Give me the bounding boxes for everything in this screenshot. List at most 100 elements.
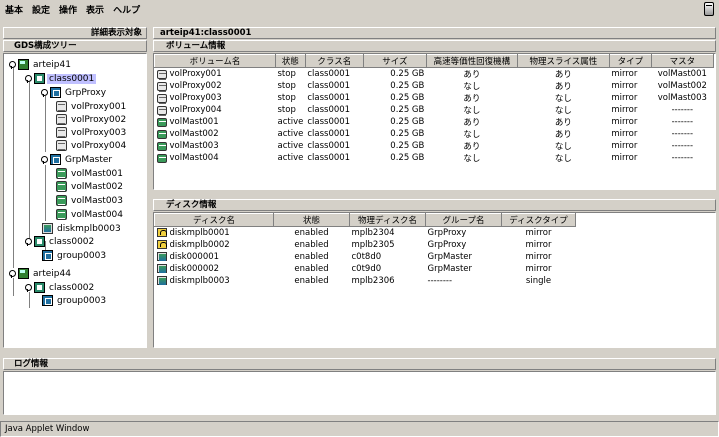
tree-node-class0002[interactable]: class0002 [24,235,96,248]
gds-config-tree[interactable]: arteip41 class0001 GrpProxy volProxy001 … [3,53,147,348]
volume-icon [56,195,67,206]
disk-type-cell: mirror [525,239,552,250]
col-master[interactable]: マスタ [650,54,714,68]
col-slice-attr[interactable]: 物理スライス属性 [516,54,610,68]
tree-node-arteip41[interactable]: arteip41 [8,58,73,71]
disk-row[interactable]: diskmplb0002 enabled mplb2305 GrpProxy mirro… [155,239,576,251]
tree-node-volproxy002[interactable]: volProxy002 [56,113,128,126]
disk-row[interactable]: diskmplb0001 enabled mplb2304 GrpProxy mirro… [155,227,576,239]
disk-physical-cell: mplb2304 [351,227,395,238]
volume-slice-attr-cell: なし [554,106,572,116]
disk-name-text: disk000002 [169,263,220,274]
log-area[interactable] [3,371,716,415]
volume-row[interactable]: volMast004 active class0001 0.25 GB なし なし mirr… [155,152,714,164]
volume-row[interactable]: volMast002 active class0001 0.25 GB なし あり mirr… [155,128,714,140]
tree-node-volmast001[interactable]: volMast001 [56,167,125,180]
col-disk-name[interactable]: ディスク名 [154,213,274,227]
tree-node-class0001[interactable]: class0001 [24,72,97,85]
disk-table[interactable]: ディスク名 状態 物理ディスク名 グループ名 ディスクタイプ diskmplb0… [153,212,716,348]
group-icon [42,295,53,306]
disk-name-text: diskmplb0003 [169,275,230,286]
host-icon [18,268,29,279]
vertical-splitter[interactable] [148,27,152,349]
volume-icon [156,81,167,92]
volume-row[interactable]: volProxy003 stop class0001 0.25 GB あり なし mirro… [155,92,714,104]
expand-pin-icon[interactable] [24,283,32,292]
volume-type-cell: mirror [611,105,638,115]
disk-lock-icon [156,240,167,249]
menu-help[interactable]: ヘルプ [113,3,140,16]
volume-state-cell: active [277,141,304,151]
col-disk-type[interactable]: ディスクタイプ [501,213,576,227]
tree-node-arteip44[interactable]: arteip44 [8,267,73,280]
disk-row[interactable]: diskmplb0003 enabled mplb2306 -------- singl… [155,275,576,287]
volume-master-cell: volMast003 [657,93,707,103]
col-fast-recovery[interactable]: 高速等価性回復機構 [425,54,518,68]
menu-view[interactable]: 表示 [86,3,104,16]
col-class-name[interactable]: クラス名 [304,54,364,68]
tree-node-volmast004[interactable]: volMast004 [56,208,125,221]
tree-node-volproxy003[interactable]: volProxy003 [56,126,128,139]
disk-state-cell: enabled [294,275,329,286]
col-group-name[interactable]: グループ名 [425,213,502,227]
col-physical-disk[interactable]: 物理ディスク名 [349,213,426,227]
volume-table[interactable]: ボリューム名 状態 クラス名 サイズ 高速等価性回復機構 物理スライス属性 タイ… [153,53,716,190]
volume-name-text: volMast004 [169,153,219,163]
detail-target-button[interactable]: 詳細表示対象 [3,27,147,39]
disk-row[interactable]: disk000001 enabled c0t8d0 GrpMaster mirror [155,251,576,263]
volume-state-cell: stop [277,93,296,103]
group-icon [50,87,61,98]
volume-row[interactable]: volProxy004 stop class0001 0.25 GB なし なし mirro… [155,104,714,116]
volume-fast-recovery-cell: あり [463,94,481,104]
volume-class-cell: class0001 [307,129,351,139]
tree-node-group0003[interactable]: group0003 [42,249,108,262]
trash-icon[interactable] [704,2,714,16]
disk-physical-cell: c0t8d0 [351,251,382,262]
volume-row[interactable]: volMast003 active class0001 0.25 GB あり なし mirr… [155,140,714,152]
tree-node-diskmplb0003[interactable]: diskmplb0003 [42,222,123,235]
tree-node-class0002-b[interactable]: class0002 [24,281,96,294]
volume-name-cell: volMast004 [155,152,276,164]
volume-name-cell: volMast002 [155,128,276,140]
expand-pin-icon[interactable] [8,60,16,69]
col-size[interactable]: サイズ [362,54,427,68]
menu-settings[interactable]: 設定 [32,3,50,16]
volume-name-text: volProxy003 [169,93,222,103]
volume-state-cell: stop [277,105,296,115]
col-state[interactable]: 状態 [275,54,306,68]
volume-row[interactable]: volMast001 active class0001 0.25 GB あり あり mirr… [155,116,714,128]
tree-node-grpproxy[interactable]: GrpProxy [40,86,108,99]
volume-name-text: volMast001 [169,117,219,127]
volume-icon [156,117,167,128]
expand-pin-icon[interactable] [40,155,48,164]
tree-node-volmast002[interactable]: volMast002 [56,180,125,193]
disk-physical-cell: mplb2305 [351,239,395,250]
expand-pin-icon[interactable] [8,269,16,278]
expand-pin-icon[interactable] [24,74,32,83]
menu-basic[interactable]: 基本 [5,3,23,16]
col-disk-state[interactable]: 状態 [273,213,350,227]
disk-name-text: diskmplb0001 [169,227,230,238]
col-volume-name[interactable]: ボリューム名 [154,54,276,68]
expand-pin-icon[interactable] [40,88,48,97]
volume-row[interactable]: volProxy001 stop class0001 0.25 GB あり あり mirro… [155,68,714,81]
tree-node-volproxy004[interactable]: volProxy004 [56,139,128,152]
class-icon [34,236,45,247]
volume-row[interactable]: volProxy002 stop class0001 0.25 GB なし あり mirro… [155,80,714,92]
tree-node-grpmaster[interactable]: GrpMaster [40,153,114,166]
menu-operation[interactable]: 操作 [59,3,77,16]
expand-pin-icon[interactable] [24,237,32,246]
tree-node-volproxy001[interactable]: volProxy001 [56,100,128,113]
volume-size-cell: 0.25 GB [390,105,425,115]
volume-icon [156,105,167,116]
col-type[interactable]: タイプ [608,54,652,68]
tree-node-group0003-b[interactable]: group0003 [42,294,108,307]
volume-fast-recovery-cell: なし [463,130,481,140]
disk-name-cell: diskmplb0002 [155,239,274,251]
volume-name-cell: volProxy001 [155,68,276,81]
disk-name-cell: diskmplb0003 [155,275,274,287]
class-icon [34,282,45,293]
disk-row[interactable]: disk000002 enabled c0t9d0 GrpMaster mirror [155,263,576,275]
volume-master-cell: ------- [671,153,694,163]
tree-node-volmast003[interactable]: volMast003 [56,194,125,207]
